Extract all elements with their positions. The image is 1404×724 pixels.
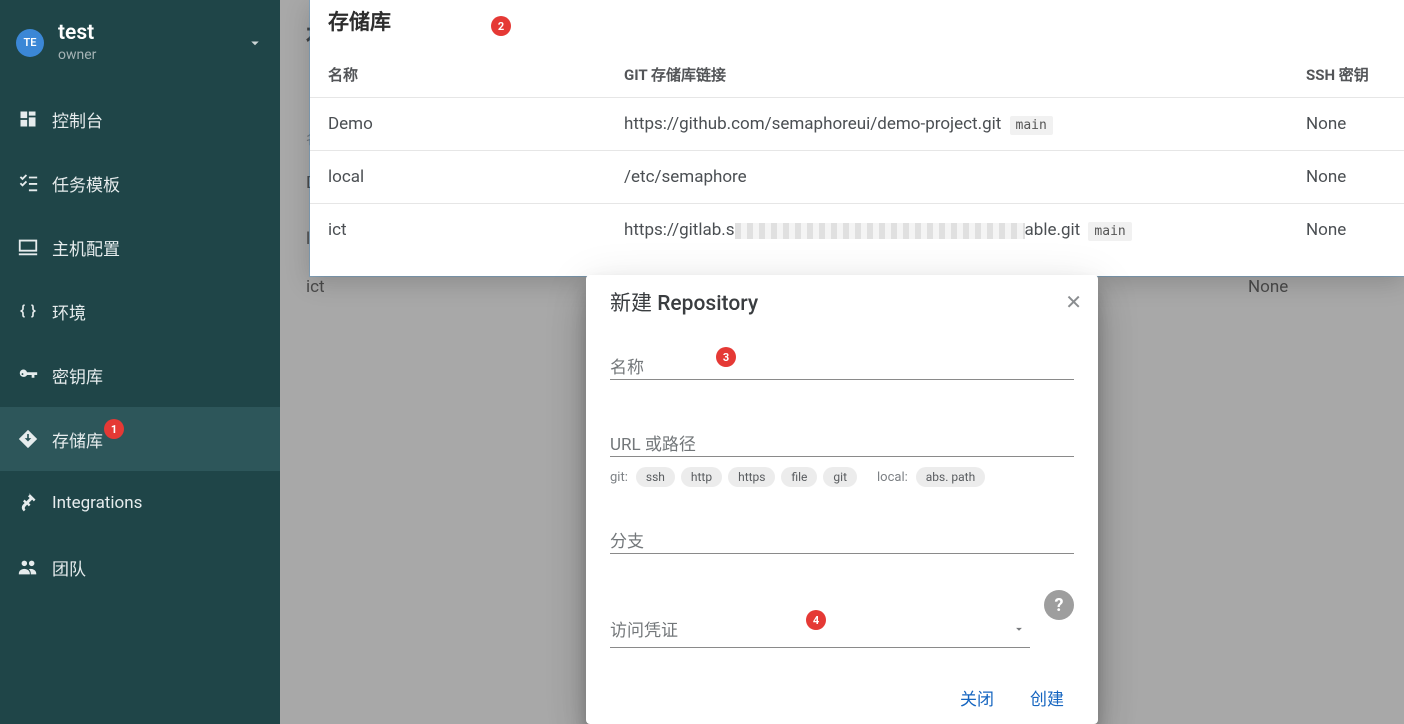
create-button[interactable]: 创建 xyxy=(1030,685,1064,710)
project-title: test xyxy=(58,22,96,45)
sidebar-item-label: 主机配置 xyxy=(52,235,120,260)
sidebar-item-label: Integrations xyxy=(52,493,142,513)
sidebar-item-label: 控制台 xyxy=(52,107,103,132)
sidebar-item-label: 存储库 xyxy=(52,427,103,452)
sidebar: TE test owner 控制台 任务模板 主机配置 xyxy=(0,0,280,724)
step-badge-1: 1 xyxy=(104,419,124,439)
hint-chip-git: git xyxy=(823,467,857,487)
branch-chip: main xyxy=(1010,116,1053,135)
table-row[interactable]: ict https://gitlab.sable.git main None xyxy=(310,203,1404,256)
sidebar-item-dashboard[interactable]: 控制台 xyxy=(0,87,280,151)
panel-title: 存储库 xyxy=(328,6,391,36)
sidebar-item-inventory[interactable]: 主机配置 xyxy=(0,215,280,279)
col-header-url[interactable]: GIT 存储库链接 xyxy=(624,64,1306,85)
hint-label-git: git: xyxy=(610,470,628,485)
project-switcher[interactable]: TE test owner xyxy=(0,0,280,83)
close-icon[interactable]: ✕ xyxy=(1065,290,1082,314)
step-badge-3: 3 xyxy=(716,347,736,367)
sidebar-item-task-templates[interactable]: 任务模板 xyxy=(0,151,280,215)
field-label-credentials: 访问凭证 xyxy=(610,616,678,641)
sidebar-item-label: 任务模板 xyxy=(52,171,120,196)
col-header-ssh[interactable]: SSH 密钥 xyxy=(1306,64,1386,85)
braces-icon xyxy=(16,299,40,323)
url-input[interactable] xyxy=(610,428,1074,457)
hint-chip-http: http xyxy=(681,467,722,487)
row-url: /etc/semaphore xyxy=(624,167,1306,187)
sidebar-item-team[interactable]: 团队 xyxy=(0,535,280,599)
row-url: https://gitlab.sable.git main xyxy=(624,220,1306,240)
sidebar-item-key-store[interactable]: 密钥库 xyxy=(0,343,280,407)
name-input[interactable] xyxy=(610,351,1074,380)
sidebar-item-label: 团队 xyxy=(52,555,86,580)
monitor-icon xyxy=(16,235,40,259)
close-button[interactable]: 关闭 xyxy=(960,685,994,710)
field-name: 名称 3 xyxy=(610,351,1074,380)
row-url: https://github.com/semaphoreui/demo-proj… xyxy=(624,114,1306,134)
dashboard-icon xyxy=(16,107,40,131)
sidebar-item-environment[interactable]: 环境 xyxy=(0,279,280,343)
row-ssh: None xyxy=(1306,114,1386,134)
row-name: ict xyxy=(306,277,606,297)
row-name: Demo xyxy=(328,114,624,134)
hint-chip-file: file xyxy=(781,467,817,487)
row-name: local xyxy=(328,167,624,187)
checklist-icon xyxy=(16,171,40,195)
project-role: owner xyxy=(58,47,96,63)
redacted-segment xyxy=(735,223,1025,239)
step-badge-2: 2 xyxy=(491,16,511,36)
sidebar-item-integrations[interactable]: Integrations xyxy=(0,471,280,535)
key-icon xyxy=(16,363,40,387)
hint-chip-abspath: abs. path xyxy=(916,467,985,487)
step-badge-4: 4 xyxy=(806,610,826,630)
field-branch: 分支 xyxy=(610,525,1074,554)
repositories-panel: 存储库 2 名称 GIT 存储库链接 SSH 密钥 Demo https://g… xyxy=(310,0,1404,276)
url-hints: git: ssh http https file git local: abs.… xyxy=(610,467,1074,487)
hint-chip-https: https xyxy=(728,467,775,487)
row-ssh: None xyxy=(1248,277,1378,297)
field-url: URL 或路径 xyxy=(610,428,1074,457)
sidebar-item-repositories[interactable]: 存储库 1 xyxy=(0,407,280,471)
branch-input[interactable] xyxy=(610,525,1074,554)
sidebar-item-label: 密钥库 xyxy=(52,363,103,388)
new-repository-dialog: 新建 Repository ✕ 名称 3 URL 或路径 git: ssh ht… xyxy=(586,275,1098,724)
table-row[interactable]: Demo https://github.com/semaphoreui/demo… xyxy=(310,97,1404,150)
row-ssh: None xyxy=(1306,167,1386,187)
row-name: ict xyxy=(328,220,624,240)
table-row[interactable]: local /etc/semaphore None xyxy=(310,150,1404,203)
plug-icon xyxy=(16,491,40,515)
git-icon xyxy=(16,427,40,451)
hint-label-local: local: xyxy=(877,470,908,485)
branch-chip: main xyxy=(1088,222,1131,241)
team-icon xyxy=(16,555,40,579)
chevron-down-icon xyxy=(1012,622,1026,636)
col-header-name[interactable]: 名称 xyxy=(328,64,624,85)
dialog-title: 新建 Repository xyxy=(610,287,758,317)
hint-chip-ssh: ssh xyxy=(636,467,675,487)
chevron-down-icon xyxy=(246,34,264,52)
sidebar-nav: 控制台 任务模板 主机配置 环境 密钥库 xyxy=(0,83,280,599)
project-avatar: TE xyxy=(16,29,44,57)
field-credentials-select[interactable]: 访问凭证 4 xyxy=(610,616,1030,648)
row-ssh: None xyxy=(1306,220,1386,240)
sidebar-item-label: 环境 xyxy=(52,299,86,324)
help-icon[interactable]: ? xyxy=(1044,590,1074,620)
